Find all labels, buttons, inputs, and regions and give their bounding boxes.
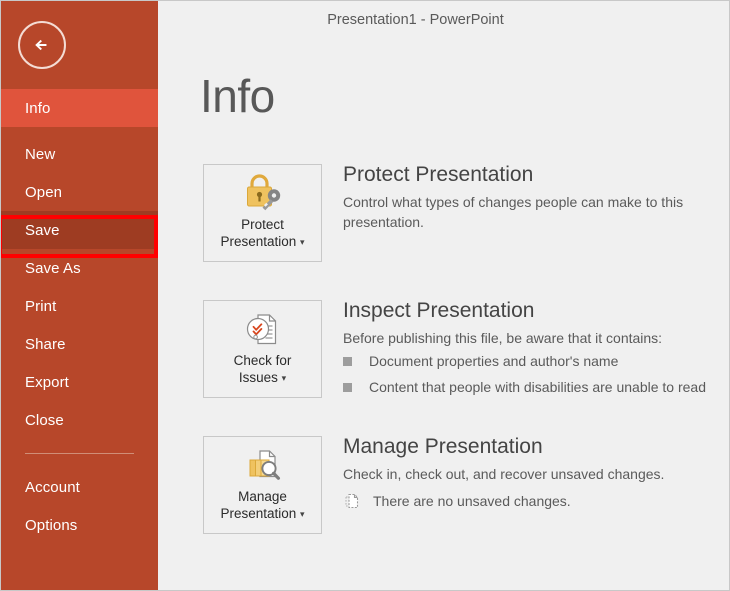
sidebar-item-print[interactable]: Print — [1, 287, 158, 325]
document-check-icon — [246, 314, 276, 345]
manage-presentation-button[interactable]: Manage Presentation ▾ — [203, 436, 322, 534]
sidebar-item-save[interactable]: Save — [1, 211, 158, 249]
sidebar-item-label: Close — [25, 411, 64, 429]
sidebar-item-label: Save As — [25, 259, 81, 277]
inspect-issues-list: Document properties and author's name Co… — [343, 351, 729, 403]
list-item: Content that people with disabilities ar… — [343, 377, 729, 403]
sidebar-item-info[interactable]: Info — [1, 89, 158, 127]
powerpoint-backstage-window: Info New Open Save Save As Print Share E… — [0, 0, 730, 591]
list-item: Document properties and author's name — [343, 351, 729, 377]
icon-container — [240, 165, 286, 213]
sidebar-item-account[interactable]: Account — [1, 468, 158, 506]
list-item-label: Document properties and author's name — [369, 353, 619, 369]
unsaved-changes-status-label: There are no unsaved changes. — [373, 493, 571, 509]
back-arrow-icon — [35, 39, 47, 51]
sidebar-item-save-as[interactable]: Save As — [1, 249, 158, 287]
section-body: Manage Presentation Check in, check out,… — [343, 434, 729, 513]
sidebar-item-new[interactable]: New — [1, 135, 158, 173]
lock-key-icon — [246, 174, 280, 211]
sidebar-item-label: Open — [25, 183, 63, 201]
manage-presentation-button-label: Manage Presentation ▾ — [220, 489, 305, 521]
unsaved-document-icon — [343, 492, 361, 510]
sidebar-item-label: Options — [25, 516, 78, 534]
sidebar-item-share[interactable]: Share — [1, 325, 158, 363]
icon-container — [240, 301, 286, 349]
section-description: Control what types of changes people can… — [343, 194, 684, 230]
section-description: Before publishing this file, be aware th… — [343, 330, 663, 346]
check-for-issues-button-label: Check for Issues ▾ — [233, 353, 292, 385]
section-heading: Manage Presentation — [343, 435, 543, 458]
check-for-issues-button[interactable]: Check for Issues ▾ — [203, 300, 322, 398]
backstage-main-pane: Presentation1 - PowerPoint Info Protect … — [158, 1, 729, 590]
square-bullet-icon — [343, 383, 352, 392]
sidebar-item-label: Export — [25, 373, 69, 391]
chevron-down-icon: ▾ — [300, 508, 305, 519]
sidebar-item-label: Print — [25, 297, 57, 315]
chevron-down-icon: ▾ — [300, 236, 305, 247]
document-stack-search-icon — [249, 450, 280, 480]
chevron-down-icon: ▾ — [281, 372, 287, 383]
sidebar-item-close[interactable]: Close — [1, 401, 158, 439]
unsaved-changes-status: There are no unsaved changes. — [343, 489, 729, 513]
protect-presentation-button-label: Protect Presentation ▾ — [220, 217, 305, 249]
page-title: Info — [200, 70, 275, 122]
back-button[interactable] — [18, 21, 66, 69]
sidebar-item-label: Share — [25, 335, 66, 353]
section-heading: Protect Presentation — [343, 163, 534, 186]
section-heading: Inspect Presentation — [343, 299, 535, 322]
sidebar-item-export[interactable]: Export — [1, 363, 158, 401]
icon-container — [240, 437, 286, 485]
protect-presentation-button[interactable]: Protect Presentation ▾ — [203, 164, 322, 262]
sidebar-item-options[interactable]: Options — [1, 506, 158, 544]
sidebar-item-label: Info — [25, 99, 51, 117]
back-button-area — [1, 1, 158, 89]
sidebar-item-label: New — [25, 145, 56, 163]
section-body: Protect Presentation Control what types … — [343, 162, 729, 232]
sidebar-item-open[interactable]: Open — [1, 173, 158, 211]
section-body: Inspect Presentation Before publishing t… — [343, 298, 729, 403]
square-bullet-icon — [343, 357, 352, 366]
list-item-label: Content that people with disabilities ar… — [369, 379, 706, 395]
sidebar-divider — [25, 453, 134, 454]
section-description: Check in, check out, and recover unsaved… — [343, 466, 665, 482]
sidebar-item-label: Account — [25, 478, 80, 496]
window-title: Presentation1 - PowerPoint — [327, 12, 504, 28]
sidebar-item-label: Save — [25, 221, 60, 239]
backstage-sidebar: Info New Open Save Save As Print Share E… — [1, 1, 158, 590]
